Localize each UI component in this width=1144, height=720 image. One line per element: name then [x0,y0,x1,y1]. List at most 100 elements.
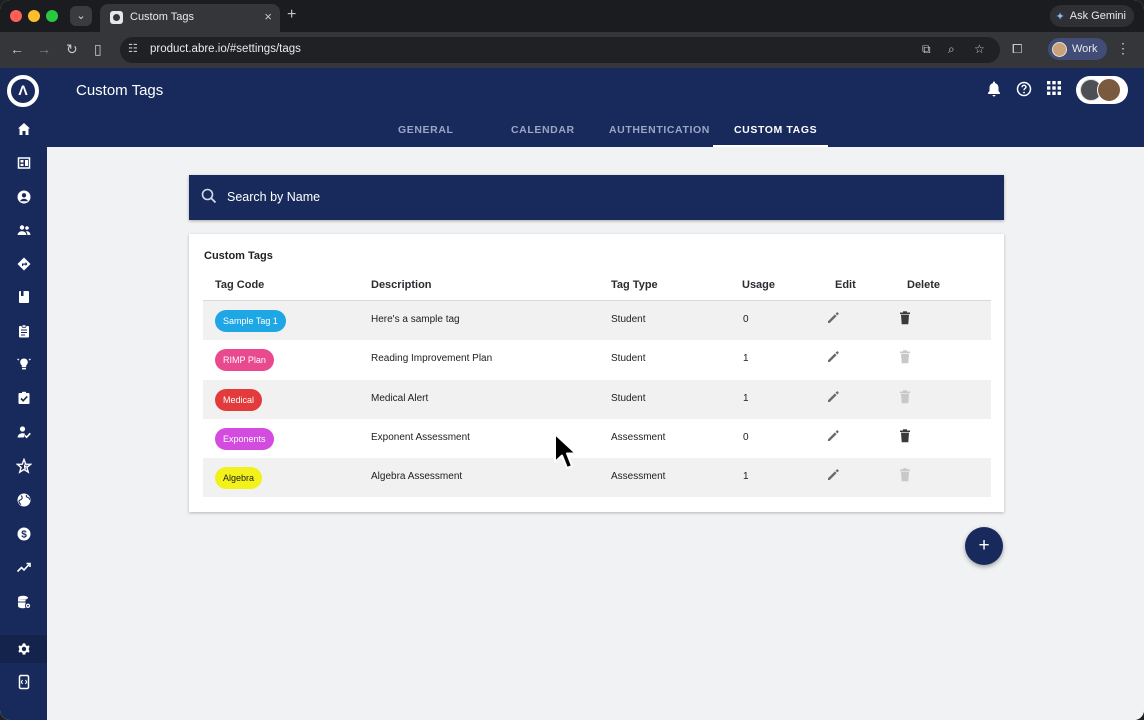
install-app-icon[interactable]: ⧉ [922,42,931,57]
app-root: Λ $ Custom Tags GENERAL CALENDAR AUTHENT… [0,68,1144,720]
tab-close-icon[interactable]: × [264,9,272,24]
directions-icon[interactable] [0,250,47,278]
database-icon[interactable] [0,588,47,616]
column-header-description: Description [371,279,432,291]
browser-tab[interactable]: Custom Tags × [100,4,280,32]
bell-icon[interactable] [987,81,1001,102]
usage-cell: 0 [743,314,749,325]
edit-pencil-icon[interactable] [826,390,840,409]
book-icon[interactable] [0,283,47,311]
settings-icon[interactable] [0,635,47,663]
tag-type-cell: Student [611,393,646,404]
favicon-icon [110,11,123,24]
url-text[interactable]: product.abre.io/#settings/tags [150,43,301,55]
tab-calendar[interactable]: CALENDAR [511,124,575,136]
tab-custom-tags[interactable]: CUSTOM TAGS [734,124,817,136]
column-header-edit: Edit [835,279,856,291]
apps-grid-icon[interactable] [1047,81,1061,100]
delete-trash-icon[interactable] [899,311,911,330]
abre-logo[interactable]: Λ [7,75,39,107]
description-cell: Exponent Assessment [371,432,470,443]
user-avatar-button[interactable] [1076,76,1128,104]
maximize-window-button[interactable] [46,10,58,22]
account-icon[interactable] [0,183,47,211]
tag-chip: Exponents [215,428,274,450]
column-header-tag-code: Tag Code [215,279,265,291]
usage-cell: 0 [743,432,749,443]
zoom-icon[interactable]: ⌕ [948,42,955,57]
person-check-icon[interactable] [0,418,47,446]
trending-icon[interactable] [0,553,47,581]
column-header-delete: Delete [907,279,941,291]
site-info-icon[interactable]: ☷ [128,42,138,55]
help-icon[interactable] [1016,81,1032,102]
edit-pencil-icon[interactable] [826,429,840,448]
browser-window: ⌄ Custom Tags × + ✦ Ask Gemini ← → ↻ ▯ ☷… [0,0,1144,720]
edit-pencil-icon[interactable] [826,350,840,369]
settings-tabs: GENERAL CALENDAR AUTHENTICATION CUSTOM T… [47,112,1144,147]
browser-menu-icon[interactable]: ⋮ [1116,40,1130,57]
globe-icon[interactable] [0,486,47,514]
description-cell: Reading Improvement Plan [371,353,493,364]
table-row: Algebra Algebra Assessment Assessment 1 [203,458,991,497]
tag-chip: Algebra [215,467,263,489]
add-tag-button[interactable]: + [965,527,1003,565]
column-header-usage: Usage [742,279,776,291]
home-icon[interactable] [0,115,47,143]
browser-toolbar: ← → ↻ ▯ ☷ product.abre.io/#settings/tags… [0,32,1144,68]
delete-trash-icon [899,350,911,369]
close-window-button[interactable] [10,10,22,22]
mouse-cursor-icon [553,432,579,477]
edit-pencil-icon[interactable] [826,311,840,330]
description-cell: Medical Alert [371,393,429,404]
tag-type-cell: Student [611,353,646,364]
custom-tags-card: Custom Tags Tag Code Description Tag Typ… [189,234,1004,512]
profile-label: Work [1072,43,1098,55]
tab-general[interactable]: GENERAL [398,124,454,136]
address-bar[interactable]: ☷ product.abre.io/#settings/tags ⧉ ⌕ ☆ [120,37,1000,63]
search-input[interactable] [227,186,967,208]
dollar-icon[interactable]: $ [0,520,47,548]
logo-mark-icon: Λ [11,79,35,103]
table-row: Medical Medical Alert Student 1 [203,380,991,419]
tab-title: Custom Tags [130,11,194,23]
profile-chip[interactable]: Work [1048,38,1108,60]
people-icon[interactable] [0,216,47,244]
lightbulb-icon[interactable] [0,350,47,378]
dashboard-icon[interactable] [0,149,47,177]
ask-gemini-button[interactable]: ✦ Ask Gemini [1049,5,1134,27]
column-header-tag-type: Tag Type [611,279,658,291]
delete-trash-icon[interactable] [899,429,911,448]
clipboard-icon[interactable] [0,317,47,345]
app-header: Custom Tags GENERAL CALENDAR AUTHENTICAT… [47,68,1144,147]
extensions-icon[interactable]: ⧠ [1012,41,1022,57]
usage-cell: 1 [743,471,749,482]
tag-chip: Medical [215,389,263,411]
tab-authentication[interactable]: AUTHENTICATION [609,124,710,136]
edit-pencil-icon[interactable] [826,468,840,487]
usage-cell: 1 [743,353,749,364]
page-title: Custom Tags [76,82,164,99]
star-icon[interactable] [0,452,47,480]
bookmark-star-icon[interactable]: ☆ [974,42,985,56]
minimize-window-button[interactable] [28,10,40,22]
avatar [1097,78,1121,102]
back-arrow-icon[interactable]: ← [10,41,24,57]
description-cell: Algebra Assessment [371,471,463,482]
delete-trash-icon [899,390,911,409]
reload-icon[interactable]: ↻ [66,41,78,58]
tablet-icon[interactable] [0,668,47,696]
description-cell: Here's a sample tag [371,314,460,325]
tab-strip: ⌄ Custom Tags × + ✦ Ask Gemini [0,0,1144,32]
forward-arrow-icon[interactable]: → [37,41,51,57]
tag-chip: RIMP Plan [215,349,274,371]
new-tab-icon[interactable]: + [287,6,296,24]
ask-gemini-label: Ask Gemini [1069,10,1126,22]
svg-text:$: $ [21,530,27,541]
task-icon[interactable] [0,384,47,412]
search-icon [201,188,217,209]
tab-search-chevron-icon[interactable]: ⌄ [70,6,92,26]
usage-cell: 1 [743,393,749,404]
side-panel-icon[interactable]: ▯ [94,41,102,58]
table-row: Exponents Exponent Assessment Assessment 0 [203,419,991,458]
